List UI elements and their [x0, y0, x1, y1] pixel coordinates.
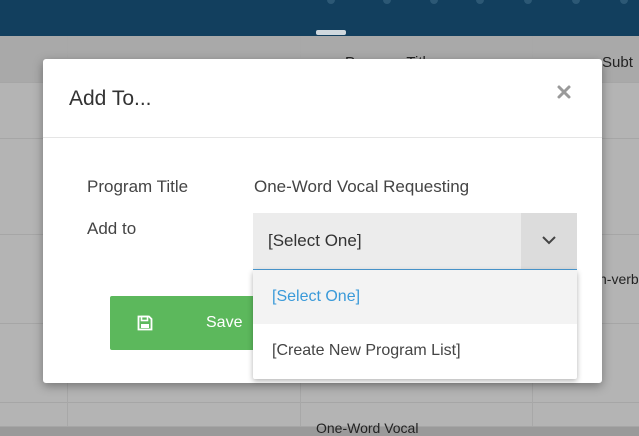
modal-title: Add To... [69, 87, 152, 110]
dropdown-option-select-one[interactable]: [Select One] [253, 270, 577, 324]
dropdown-option-label: [Create New Program List] [272, 342, 461, 359]
table-cell-text: One-Word Vocal [316, 420, 419, 436]
column-header-subtitle: Subt [602, 54, 633, 71]
add-to-select[interactable]: [Select One] [253, 213, 577, 271]
floppy-disk-icon [137, 315, 153, 331]
dropdown-option-label: [Select One] [272, 288, 361, 305]
toolbar-tab-indicator [572, 0, 580, 4]
app-top-bar [0, 0, 639, 36]
toolbar-tab-indicator [430, 0, 438, 4]
table-cell-text: n-verb [599, 271, 639, 287]
add-to-dropdown-list: [Select One] [Create New Program List] [253, 270, 577, 379]
dropdown-option-create-new-program-list[interactable]: [Create New Program List] [253, 324, 577, 378]
select-current-value: [Select One] [268, 231, 362, 250]
program-title-label: Program Title [87, 177, 189, 196]
toolbar-tab-indicator [476, 0, 484, 4]
toolbar-tab-indicator [327, 0, 335, 4]
add-to-label: Add to [87, 219, 137, 238]
toolbar-tab-indicator [383, 0, 391, 4]
modal-header: Add To... [43, 59, 602, 138]
save-button[interactable]: Save [110, 296, 260, 350]
save-button-label: Save [206, 314, 243, 331]
select-toggle[interactable] [521, 213, 577, 269]
toolbar-tab-indicator [620, 0, 628, 4]
active-tab-marker [316, 30, 346, 35]
close-button[interactable] [556, 84, 572, 100]
program-title-value: One-Word Vocal Requesting [254, 177, 470, 196]
toolbar-tab-indicator [524, 0, 532, 4]
chevron-down-icon [542, 236, 556, 245]
close-icon [557, 85, 571, 99]
